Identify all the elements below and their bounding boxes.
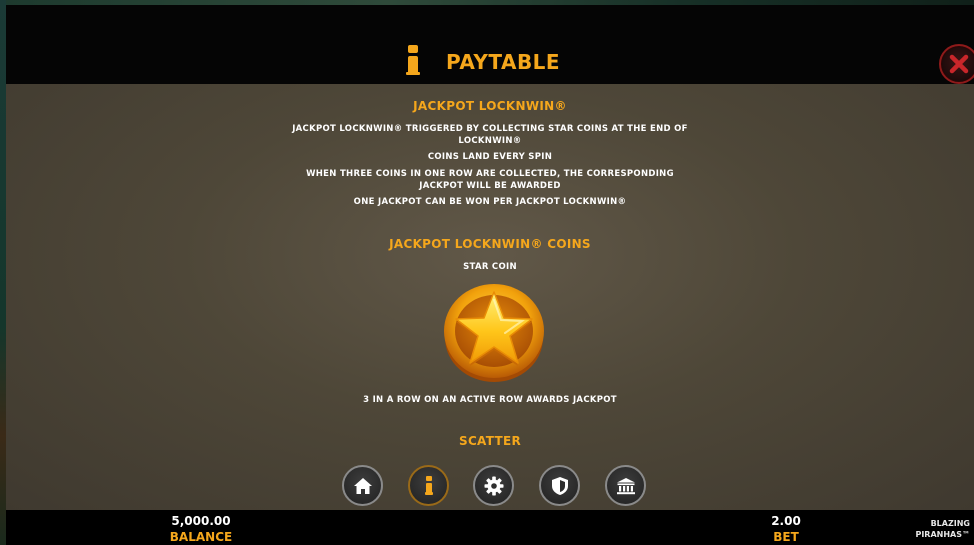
jackpot-text-3: WHEN THREE COINS IN ONE ROW ARE COLLECTE… — [306, 169, 674, 191]
game-logo-line2: PIRANHAS™ — [915, 530, 970, 539]
responsible-gaming-button[interactable] — [539, 465, 580, 506]
home-button[interactable] — [342, 465, 383, 506]
bank-icon — [616, 477, 635, 494]
shield-icon — [551, 476, 568, 495]
section-heading-scatter: SCATTER — [459, 434, 521, 448]
info-icon — [424, 475, 433, 495]
jackpot-text-4: ONE JACKPOT CAN BE WON PER JACKPOT LOCKN… — [353, 197, 627, 207]
coin-label: STAR COIN — [463, 262, 517, 272]
info-button[interactable] — [408, 465, 449, 506]
game-logo-line1: BLAZING — [930, 519, 970, 528]
settings-button[interactable] — [473, 465, 514, 506]
close-button[interactable] — [939, 44, 974, 84]
section-heading-coins: JACKPOT LOCKNWIN® COINS — [389, 237, 591, 251]
bet-label: BET — [773, 530, 799, 544]
game-screen: PAYTABLE JACKPOT LOCKNWIN® JACKPOT LOCKN… — [0, 0, 974, 545]
balance-value: 5,000.00 — [171, 514, 231, 528]
jackpot-text-2: COINS LAND EVERY SPIN — [427, 152, 553, 162]
jackpot-text-1: JACKPOT LOCKNWIN® TRIGGERED BY COLLECTIN… — [292, 124, 688, 146]
paytable-header: PAYTABLE — [6, 5, 974, 84]
coin-description: 3 IN A ROW ON AN ACTIVE ROW AWARDS JACKP… — [363, 395, 617, 405]
section-heading-jackpot: JACKPOT LOCKNWIN® — [413, 99, 567, 113]
bet-value: 2.00 — [771, 514, 801, 528]
close-icon — [949, 54, 969, 74]
star-coin-icon — [443, 280, 547, 384]
info-icon — [406, 45, 420, 75]
game-footer: 5,000.00 BALANCE 2.00 BET BLAZING PIRANH… — [6, 510, 974, 545]
home-icon — [353, 477, 372, 494]
balance-label: BALANCE — [169, 530, 233, 544]
paytable-content: JACKPOT LOCKNWIN® JACKPOT LOCKNWIN® TRIG… — [6, 84, 974, 510]
bank-button[interactable] — [605, 465, 646, 506]
gear-icon — [484, 476, 503, 495]
page-title: PAYTABLE — [446, 50, 561, 74]
